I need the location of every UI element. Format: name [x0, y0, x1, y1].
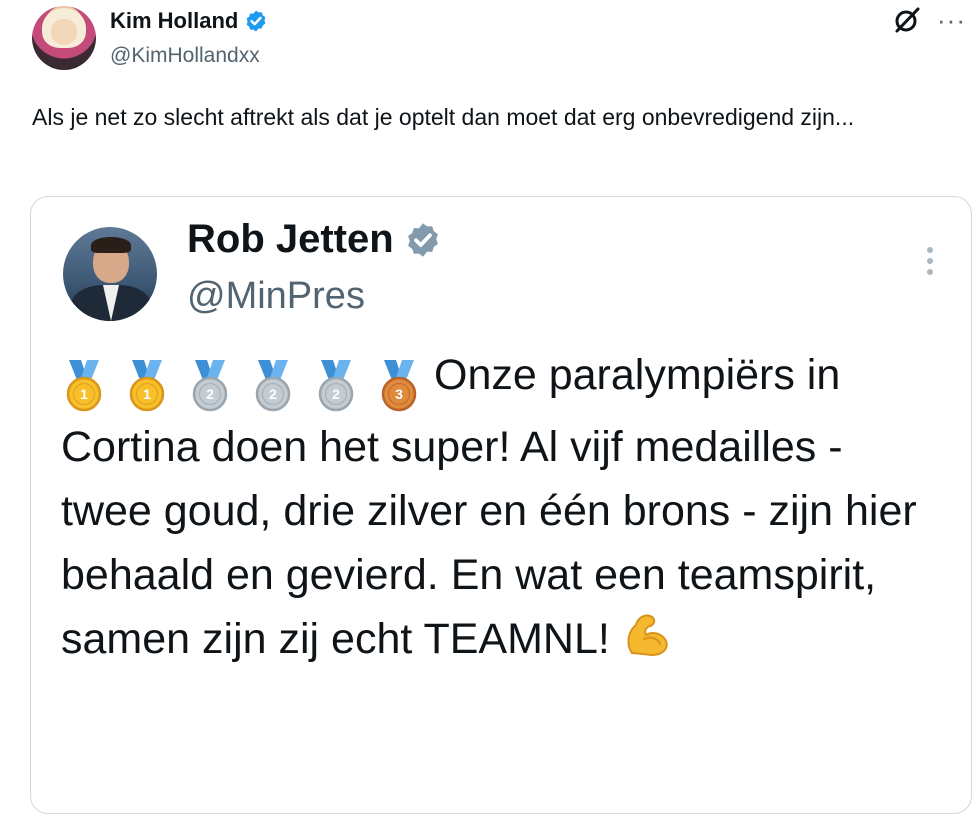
- medals-row: 1 1 2 2 2 3: [61, 351, 434, 415]
- gray-verified-badge-icon: [407, 222, 438, 257]
- quoted-tweet[interactable]: Rob Jetten @MinPres 1 1 2 2 2 3 Onze paralympi…: [30, 196, 972, 814]
- top-actions: ···: [891, 4, 966, 36]
- post-text: Als je net zo slecht aftrekt als dat je …: [32, 104, 855, 130]
- verified-badge-icon: [246, 10, 266, 32]
- vertical-more-icon[interactable]: [927, 247, 935, 280]
- tweet: Kim Holland @KimHollandxx ··· Als je net…: [0, 0, 980, 834]
- author-handle[interactable]: @KimHollandxx: [110, 44, 260, 68]
- medal-number: 2: [269, 386, 277, 402]
- silver-medal-icon: 2: [318, 359, 354, 411]
- more-icon[interactable]: ···: [937, 7, 966, 33]
- author-name[interactable]: Kim Holland: [110, 8, 238, 34]
- author-avatar[interactable]: [32, 6, 96, 70]
- gold-medal-icon: 1: [66, 359, 102, 411]
- medal-number: 3: [395, 386, 403, 402]
- quoted-text-block: 1 1 2 2 2 3 Onze paralympiërs in Cortina doen …: [61, 343, 941, 671]
- medal-number: 2: [332, 386, 340, 402]
- quoted-author-handle[interactable]: @MinPres: [187, 275, 365, 318]
- silver-medal-icon: 2: [255, 359, 291, 411]
- author-name-row: Kim Holland: [110, 8, 268, 34]
- medal-number: 1: [143, 386, 151, 402]
- silver-medal-icon: 2: [192, 359, 228, 411]
- bronze-medal-icon: 3: [381, 359, 417, 411]
- medal-number: 1: [80, 386, 88, 402]
- quoted-author-avatar[interactable]: [63, 227, 157, 321]
- flexed-biceps-icon: [627, 614, 668, 657]
- gold-medal-icon: 1: [129, 359, 165, 411]
- medal-number: 2: [206, 386, 214, 402]
- quoted-author-name[interactable]: Rob Jetten: [187, 217, 394, 262]
- grok-icon[interactable]: [891, 4, 923, 36]
- quoted-name-row: Rob Jetten: [187, 217, 442, 262]
